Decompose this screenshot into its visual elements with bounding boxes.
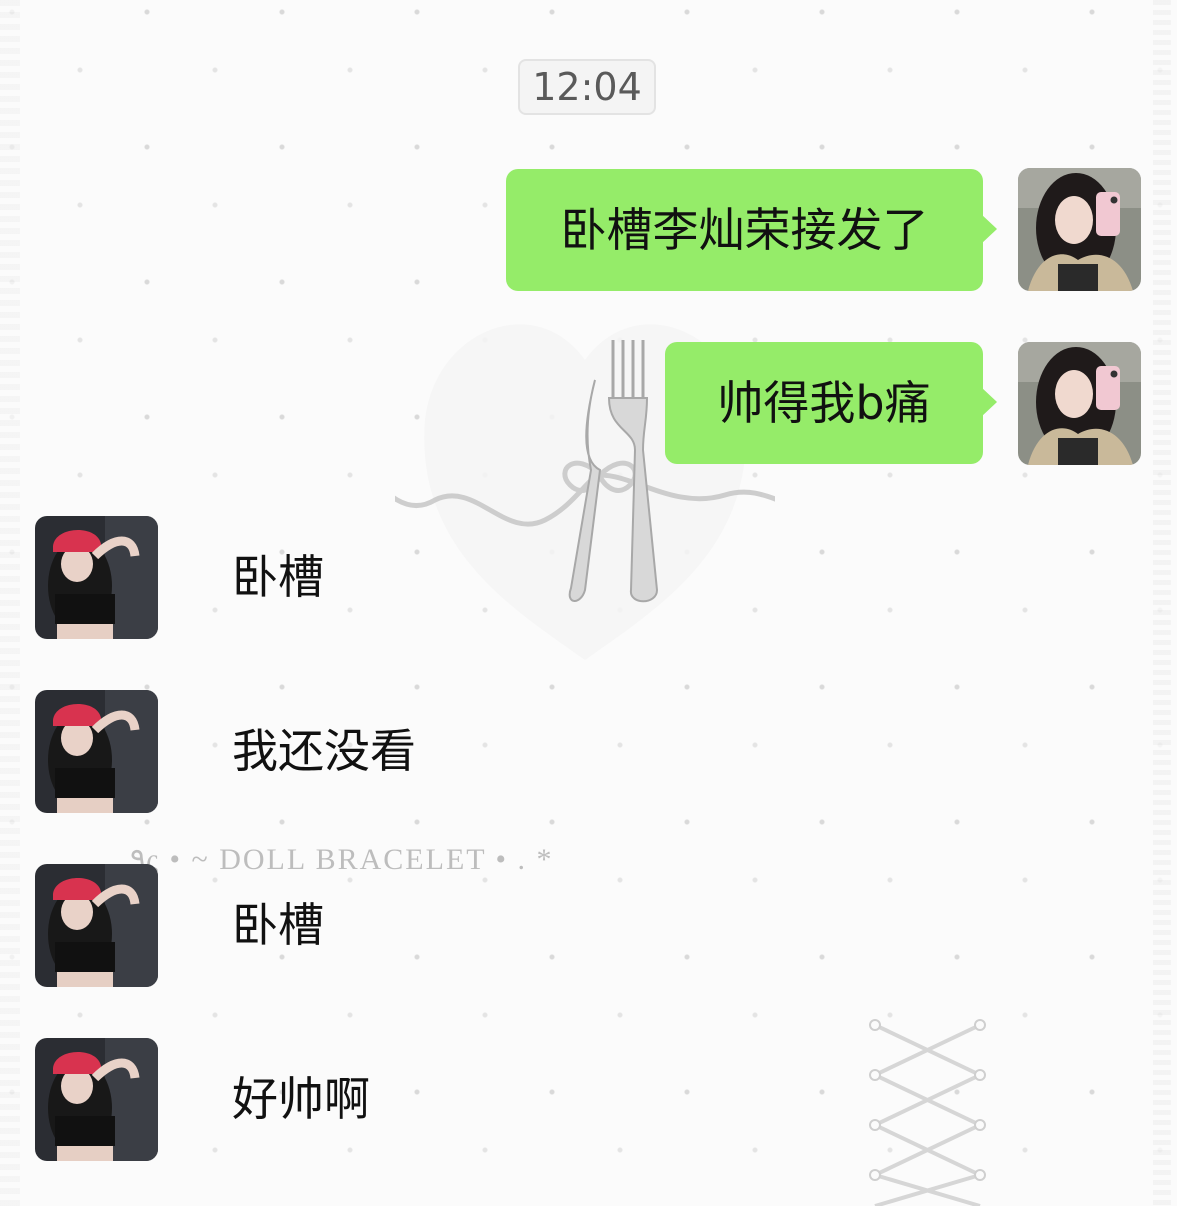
friend-avatar[interactable] (35, 1038, 158, 1161)
message-text-received[interactable]: 卧槽 (232, 547, 324, 607)
friend-avatar[interactable] (35, 690, 158, 813)
friend-avatar-photo (35, 1038, 158, 1161)
self-avatar-photo (1018, 342, 1141, 465)
lace-border-right (1153, 0, 1171, 1206)
friend-avatar[interactable] (35, 516, 158, 639)
message-timestamp: 12:04 (518, 59, 656, 115)
heart-cutlery-decoration (395, 324, 775, 660)
doll-bracelet-text: ۹ς • ~ DOLL BRACELET • . * (130, 843, 554, 876)
friend-avatar-photo (35, 516, 158, 639)
self-avatar-photo (1018, 168, 1141, 291)
lace-border-left (0, 0, 20, 1206)
friend-avatar[interactable] (35, 864, 158, 987)
self-avatar[interactable] (1018, 168, 1141, 291)
chat-area[interactable]: ۹ς • ~ DOLL BRACELET • . * 12:04 卧槽李灿荣接发… (0, 0, 1177, 1206)
message-bubble-sent[interactable]: 卧槽李灿荣接发了 (506, 169, 997, 291)
self-avatar[interactable] (1018, 342, 1141, 465)
friend-avatar-photo (35, 690, 158, 813)
corset-lacing-decoration (869, 1019, 986, 1206)
message-text-received[interactable]: 好帅啊 (232, 1069, 370, 1129)
friend-avatar-photo (35, 864, 158, 987)
message-text-received[interactable]: 卧槽 (232, 895, 324, 955)
message-bubble-sent[interactable]: 帅得我b痛 (665, 342, 997, 464)
message-text-received[interactable]: 我还没看 (232, 721, 416, 781)
